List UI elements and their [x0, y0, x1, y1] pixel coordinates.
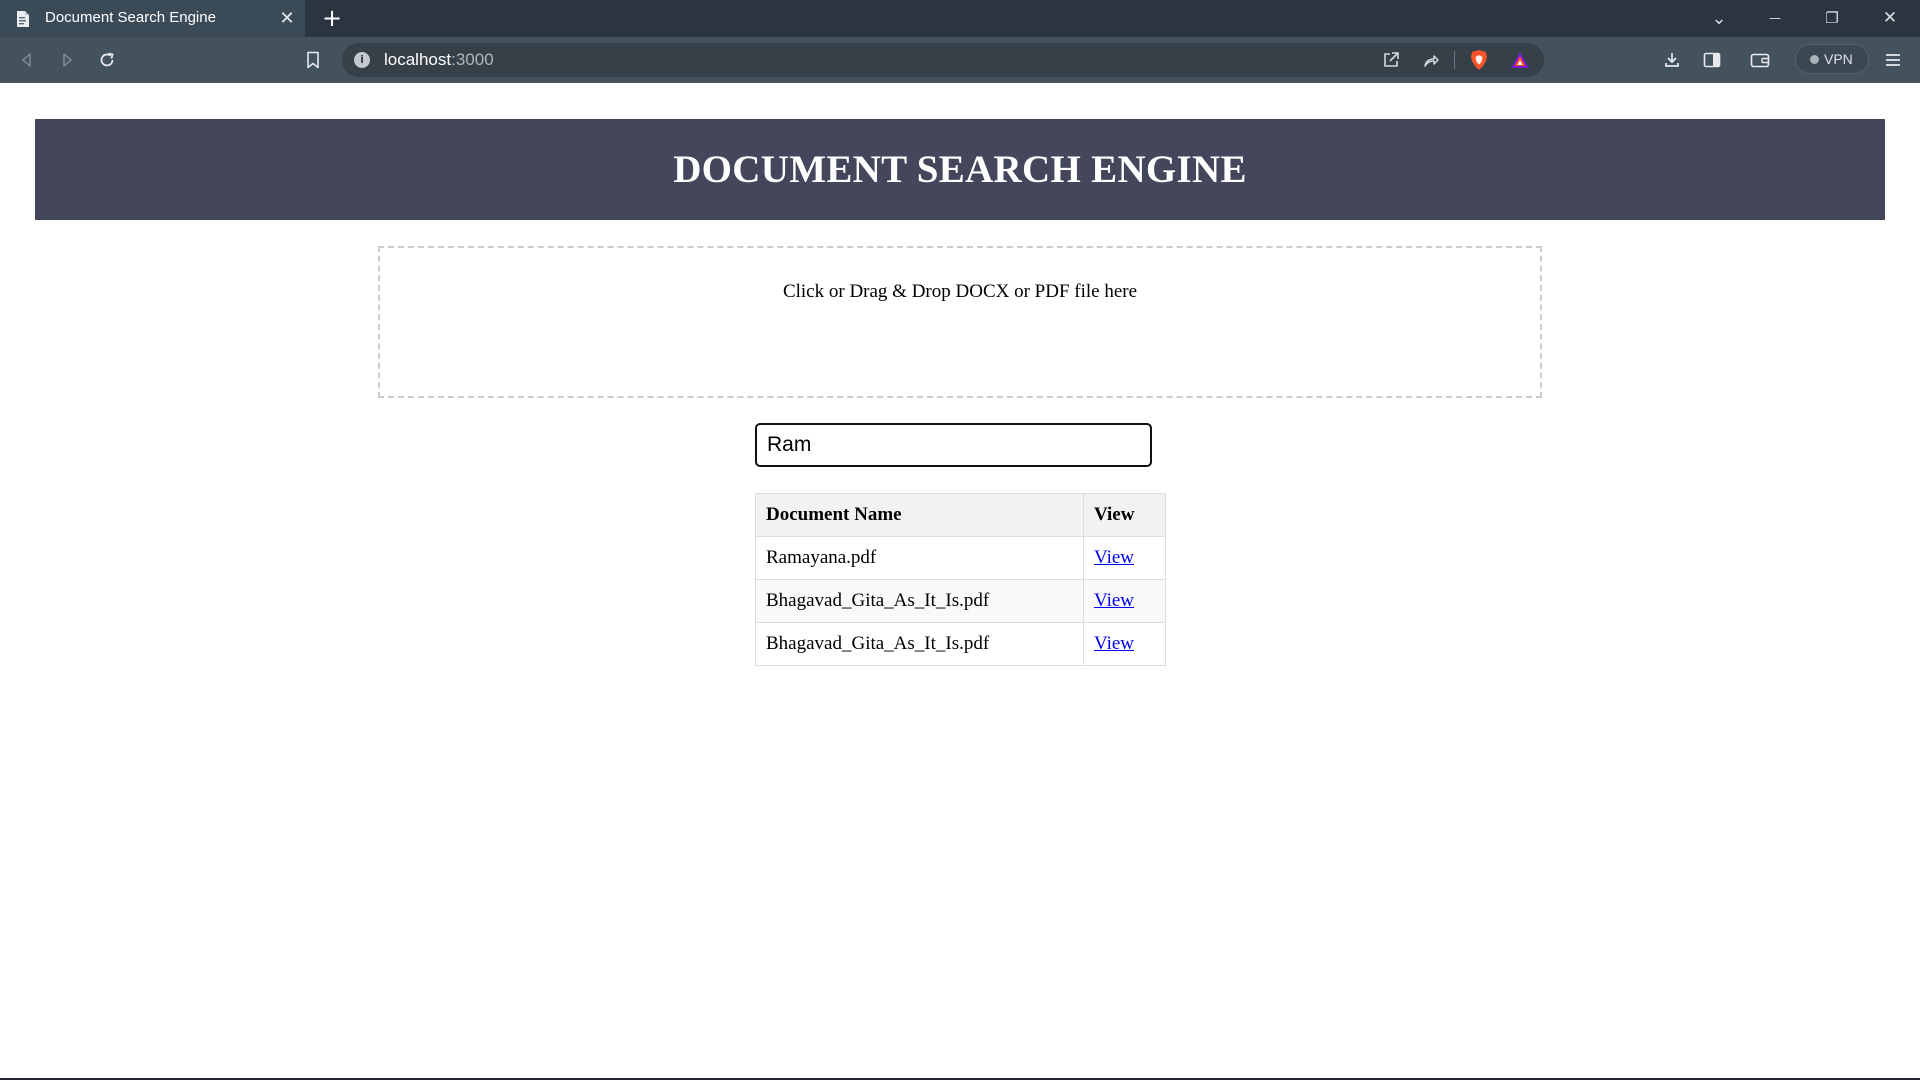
browser-window: Document Search Engine ✕ + ⌄ — ❐ ✕ i loc…: [0, 0, 1920, 1080]
file-dropzone[interactable]: Click or Drag & Drop DOCX or PDF file he…: [378, 246, 1542, 398]
hamburger-menu-icon[interactable]: [1880, 47, 1906, 73]
table-row: Bhagavad_Gita_As_It_Is.pdf View: [755, 622, 1166, 666]
forward-arrow-icon[interactable]: [54, 47, 80, 73]
minimize-button[interactable]: —: [1752, 0, 1798, 37]
search-input[interactable]: [755, 423, 1152, 467]
table-row: Bhagavad_Gita_As_It_Is.pdf View: [755, 579, 1166, 623]
bookmark-icon[interactable]: [300, 47, 326, 73]
address-bar[interactable]: i localhost:3000: [342, 43, 1544, 77]
tab-list-chevron-icon[interactable]: ⌄: [1696, 0, 1742, 37]
download-icon[interactable]: [1659, 47, 1685, 73]
page-header: DOCUMENT SEARCH ENGINE: [35, 119, 1885, 220]
share-icon[interactable]: [1418, 47, 1444, 73]
dropzone-label: Click or Drag & Drop DOCX or PDF file he…: [782, 281, 1138, 302]
table-row: Ramayana.pdf View: [755, 536, 1166, 580]
column-header-view: View: [1083, 493, 1166, 537]
document-name-cell: Ramayana.pdf: [755, 536, 1084, 580]
tab-strip: Document Search Engine ✕ + ⌄ — ❐ ✕: [0, 0, 1920, 37]
open-external-icon[interactable]: [1378, 47, 1404, 73]
sidebar-icon[interactable]: [1699, 47, 1725, 73]
view-cell: View: [1083, 579, 1166, 623]
document-favicon-icon: [15, 10, 31, 28]
results-table: Document Name View Ramayana.pdf View Bha…: [755, 493, 1166, 666]
vpn-status-icon: [1810, 55, 1819, 64]
back-arrow-icon[interactable]: [14, 47, 40, 73]
url-host: localhost: [384, 50, 452, 69]
url-bar-divider: [1454, 51, 1455, 69]
view-link[interactable]: View: [1094, 633, 1134, 654]
vpn-button[interactable]: VPN: [1795, 44, 1869, 74]
page-title: DOCUMENT SEARCH ENGINE: [673, 148, 1247, 191]
tab-close-icon[interactable]: ✕: [277, 8, 297, 28]
brave-shields-icon[interactable]: [1466, 47, 1492, 73]
tab-title: Document Search Engine: [45, 9, 216, 26]
view-link[interactable]: View: [1094, 590, 1134, 611]
document-name-cell: Bhagavad_Gita_As_It_Is.pdf: [755, 622, 1084, 666]
vpn-label: VPN: [1824, 51, 1853, 67]
wallet-icon[interactable]: [1747, 47, 1773, 73]
reload-icon[interactable]: [94, 47, 120, 73]
url-text[interactable]: localhost:3000: [384, 50, 494, 70]
new-tab-button[interactable]: +: [320, 6, 344, 30]
column-header-document-name: Document Name: [755, 493, 1084, 537]
site-info-icon[interactable]: i: [354, 52, 370, 68]
restore-button[interactable]: ❐: [1809, 0, 1855, 37]
url-port: :3000: [451, 50, 494, 69]
browser-toolbar: i localhost:3000 VPN: [0, 37, 1920, 83]
page-viewport: DOCUMENT SEARCH ENGINE Click or Drag & D…: [0, 83, 1920, 1078]
brave-rewards-icon[interactable]: [1507, 47, 1533, 73]
table-header-row: Document Name View: [755, 493, 1166, 537]
view-cell: View: [1083, 622, 1166, 666]
view-link[interactable]: View: [1094, 547, 1134, 568]
close-window-button[interactable]: ✕: [1867, 0, 1913, 37]
tab-document-search-engine[interactable]: Document Search Engine ✕: [0, 0, 305, 37]
document-name-cell: Bhagavad_Gita_As_It_Is.pdf: [755, 579, 1084, 623]
view-cell: View: [1083, 536, 1166, 580]
